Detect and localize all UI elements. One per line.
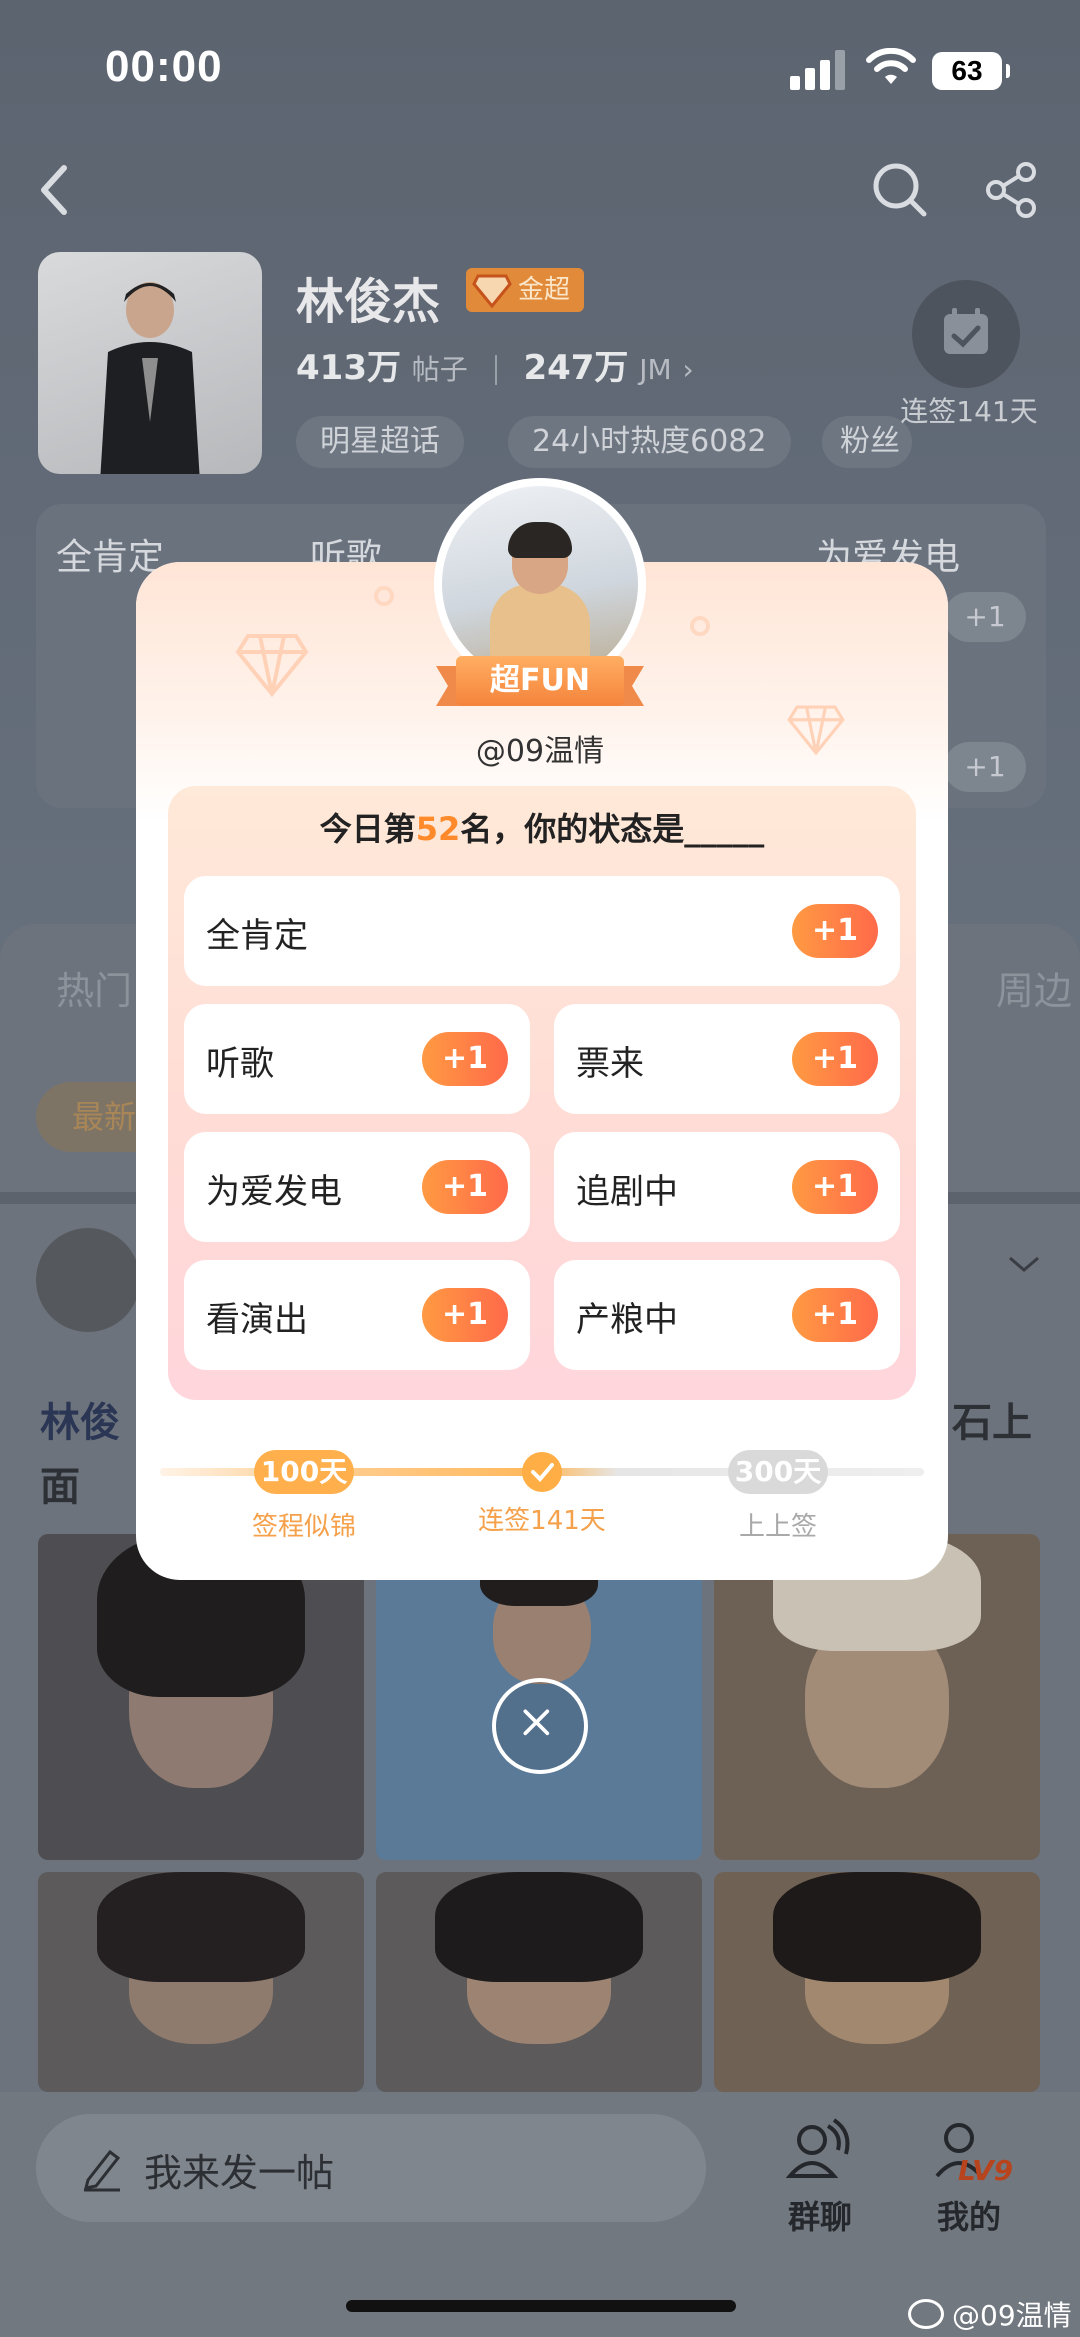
level-badge: LV9	[958, 2154, 1014, 2187]
question-prefix: 今日第	[319, 810, 416, 848]
chevron-right-icon[interactable]: ›	[682, 353, 693, 386]
gold-badge-label: 金超	[518, 275, 571, 305]
pen-icon	[83, 2149, 121, 2192]
option-label: 为爱发电	[206, 1172, 342, 1212]
post-title-line2[interactable]: 面	[40, 1454, 80, 1512]
diamond-icon	[472, 274, 512, 308]
calendar-check-icon	[944, 308, 988, 354]
fan-level-ribbon: 超FUN	[436, 656, 644, 712]
status-time: 00:00	[105, 42, 223, 91]
bg-plus-1: +1	[944, 592, 1026, 642]
option-label: 看演出	[206, 1300, 308, 1340]
post-photo[interactable]	[714, 1534, 1040, 1860]
post-photo[interactable]	[376, 1872, 702, 2092]
share-icon[interactable]	[982, 160, 1042, 220]
status-option[interactable]: 票来 +1	[554, 1004, 900, 1114]
plus-one-button[interactable]: +1	[792, 1160, 878, 1214]
status-option[interactable]: 产粮中 +1	[554, 1260, 900, 1370]
status-options-panel: 今日第52名，你的状态是_____ 全肯定 +1 听歌 +1 票来 +1 为爱发…	[168, 786, 916, 1400]
milestone-100-pill: 100天	[254, 1450, 354, 1494]
decor-dot	[690, 616, 710, 636]
person-image	[100, 282, 200, 474]
search-icon[interactable]	[870, 160, 930, 220]
milestone-100-label: 签程似锦	[251, 1512, 356, 1542]
post-photo[interactable]	[38, 1872, 364, 2092]
checkin-progress: 100天 300天 签程似锦 连签141天 上上签	[136, 1428, 948, 1548]
nav-group-chat[interactable]: 群聊	[765, 2114, 875, 2238]
fans-label[interactable]: JM	[639, 353, 671, 386]
post-title-end[interactable]: 石上	[952, 1390, 1032, 1448]
star-name: 林俊杰	[296, 274, 441, 330]
chip-star-topic[interactable]: 明星超话	[296, 416, 464, 468]
topic-stats: 413万 帖子 247万 JM ›	[296, 340, 694, 389]
rank-number: 52	[415, 810, 461, 848]
chip-fans[interactable]: 粉丝	[822, 416, 912, 468]
checkin-label: 连签141天	[900, 395, 1038, 428]
battery-icon: 63	[932, 52, 1010, 90]
status-option[interactable]: 全肯定 +1	[184, 876, 900, 986]
plus-one-button[interactable]: +1	[422, 1032, 508, 1086]
status-question: 今日第52名，你的状态是_____	[168, 804, 916, 850]
current-check-icon	[522, 1452, 562, 1492]
fans-count: 247万	[523, 348, 629, 388]
option-label: 全肯定	[206, 916, 308, 956]
topic-avatar[interactable]	[38, 252, 262, 474]
plus-one-button[interactable]: +1	[422, 1160, 508, 1214]
signal-icon	[790, 50, 848, 90]
post-user-avatar[interactable]	[36, 1228, 140, 1332]
tab-hot[interactable]: 热门	[56, 960, 132, 1015]
post-photo[interactable]	[714, 1872, 1040, 2092]
back-icon[interactable]	[30, 160, 80, 220]
plus-one-button[interactable]: +1	[792, 1288, 878, 1342]
diamond-icon	[235, 634, 309, 698]
posts-count: 413万	[296, 348, 401, 388]
question-suffix: 名，你的状态是_____	[460, 810, 765, 848]
user-handle: @09温情	[475, 734, 605, 769]
status-option[interactable]: 听歌 +1	[184, 1004, 530, 1114]
milestone-300-label: 上上签	[738, 1512, 817, 1542]
watermark: @09温情	[908, 2294, 1072, 2334]
status-option[interactable]: 为爱发电 +1	[184, 1132, 530, 1242]
nav-mine-label: 我的	[936, 2198, 1001, 2236]
plus-one-button[interactable]: +1	[792, 904, 878, 958]
milestone-300-pill: 300天	[728, 1450, 828, 1494]
tab-merch[interactable]: 周边	[996, 960, 1072, 1015]
close-icon	[523, 1709, 550, 1736]
current-streak-label: 连签141天	[478, 1506, 606, 1536]
option-label: 票来	[576, 1044, 644, 1084]
close-button[interactable]	[492, 1678, 588, 1774]
compose-post-button[interactable]: 我来发一帖	[36, 2114, 706, 2222]
chevron-down-icon[interactable]	[1006, 1252, 1042, 1276]
checkin-status-modal: 今日第52名，你的状态是_____ 全肯定 +1 听歌 +1 票来 +1 为爱发…	[136, 562, 948, 1580]
gold-badge[interactable]: 金超	[466, 268, 585, 312]
compose-placeholder: 我来发一帖	[144, 2151, 335, 2195]
plus-one-button[interactable]: +1	[422, 1288, 508, 1342]
post-photo[interactable]	[38, 1534, 364, 1860]
option-label: 听歌	[206, 1044, 274, 1084]
status-bar: 00:00 63	[0, 0, 1080, 140]
option-label: 追剧中	[576, 1172, 678, 1212]
checkin-button[interactable]	[912, 280, 1020, 388]
wifi-icon	[866, 48, 916, 84]
chip-heat[interactable]: 24小时热度6082	[508, 416, 791, 468]
fan-level-label: 超FUN	[456, 656, 624, 706]
plus-one-button[interactable]: +1	[792, 1032, 878, 1086]
status-option[interactable]: 追剧中 +1	[554, 1132, 900, 1242]
post-title-start[interactable]: 林俊	[40, 1390, 120, 1448]
decor-dot	[374, 586, 394, 606]
nav-group-chat-label: 群聊	[787, 2198, 852, 2236]
home-indicator	[346, 2300, 736, 2312]
nav-mine[interactable]: LV9 我的	[914, 2114, 1024, 2238]
posts-label: 帖子	[411, 353, 468, 386]
option-label: 产粮中	[576, 1300, 678, 1340]
group-chat-icon	[785, 2118, 850, 2178]
status-option[interactable]: 看演出 +1	[184, 1260, 530, 1370]
